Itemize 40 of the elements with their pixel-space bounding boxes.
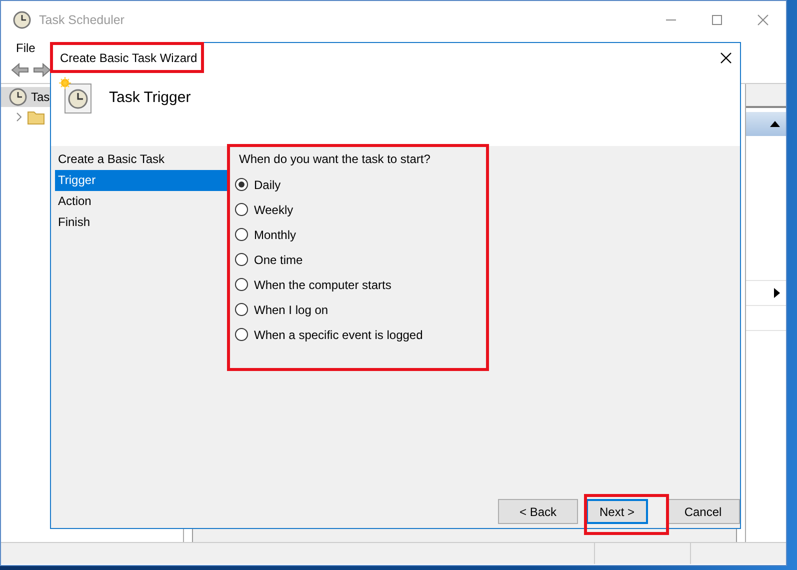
wizard-step[interactable]: Action — [55, 191, 228, 212]
radio-button[interactable] — [235, 328, 248, 341]
dialog-title: Create Basic Task Wizard — [60, 51, 198, 65]
expand-chevron-icon[interactable] — [15, 112, 23, 122]
back-arrow-icon[interactable] — [11, 62, 29, 78]
actions-header[interactable] — [746, 112, 786, 136]
question-label: When do you want the task to start? — [239, 152, 432, 166]
tree-item-label: Tas — [31, 90, 50, 104]
clock-icon — [13, 11, 31, 29]
close-icon[interactable] — [720, 52, 732, 64]
window-title: Task Scheduler — [39, 13, 126, 27]
wizard-step[interactable]: Finish — [55, 212, 228, 233]
radio-label[interactable]: When a specific event is logged — [254, 328, 423, 342]
radio-button[interactable] — [235, 228, 248, 241]
radio-button[interactable] — [235, 303, 248, 316]
dialog-button[interactable]: Cancel — [666, 499, 740, 524]
pane-header — [746, 84, 786, 108]
radio-label[interactable]: Monthly — [254, 228, 296, 242]
wizard-step[interactable]: Trigger — [55, 170, 228, 191]
radio-label[interactable]: Weekly — [254, 202, 294, 216]
wizard-step[interactable]: Create a Basic Task — [55, 149, 228, 170]
clock-icon — [9, 88, 27, 106]
radio-label[interactable]: When I log on — [254, 302, 328, 316]
dialog-button[interactable]: < Back — [498, 499, 578, 524]
radio-label[interactable]: One time — [254, 252, 303, 266]
maximize-icon[interactable] — [711, 14, 723, 26]
task-clock-icon — [59, 77, 93, 115]
forward-arrow-icon[interactable] — [33, 62, 51, 78]
folder-icon — [27, 109, 45, 125]
radio-button[interactable] — [235, 253, 248, 266]
dialog-button[interactable]: Next > — [586, 499, 648, 524]
radio-label[interactable]: Daily — [254, 178, 281, 192]
radio-button[interactable] — [235, 278, 248, 291]
collapse-triangle-icon[interactable] — [770, 121, 780, 127]
radio-label[interactable]: When the computer starts — [254, 278, 392, 292]
expand-triangle-icon[interactable] — [774, 288, 780, 298]
radio-button[interactable] — [235, 203, 248, 216]
menu-item[interactable]: File — [16, 41, 36, 55]
page-heading: Task Trigger — [109, 89, 191, 106]
radio-button[interactable] — [235, 178, 248, 191]
